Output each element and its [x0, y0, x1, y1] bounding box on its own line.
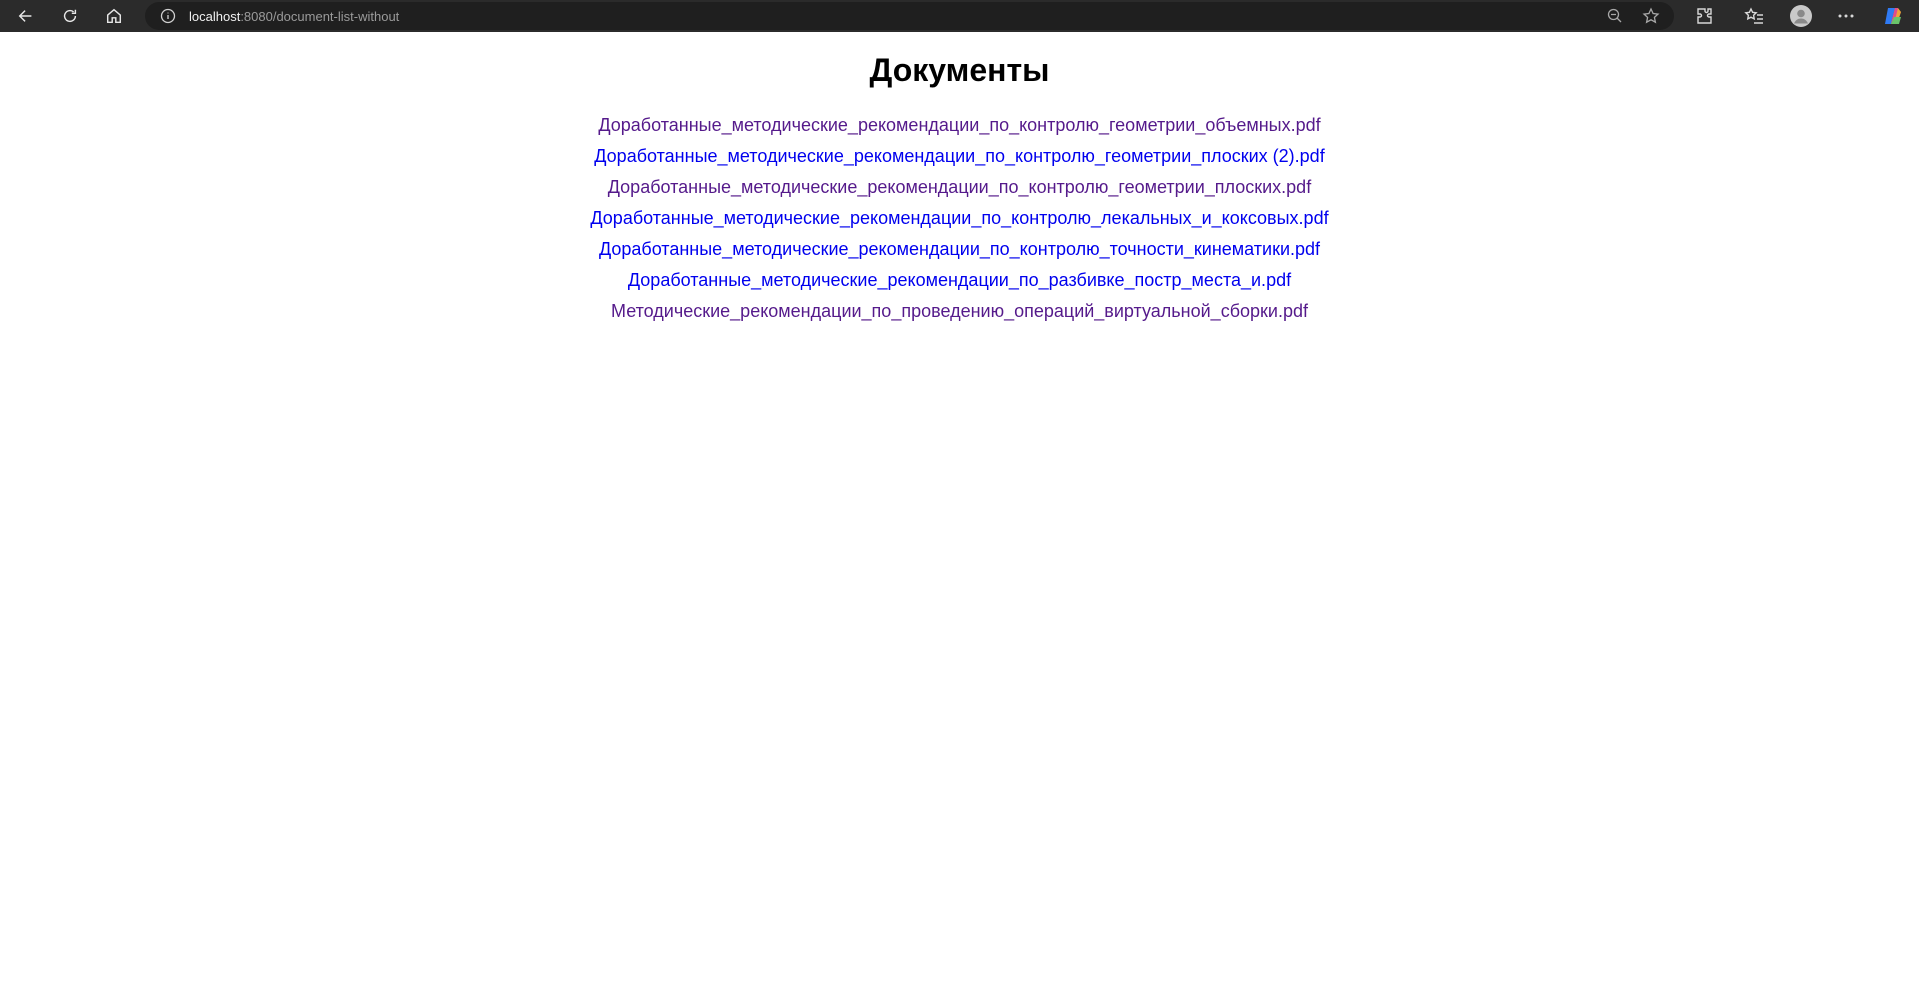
url-path: :8080/document-list-without: [240, 8, 400, 24]
page-content: Документы Доработанные_методические_реко…: [0, 32, 1919, 989]
favorite-star-icon[interactable]: [1642, 7, 1660, 25]
url-text[interactable]: localhost:8080/document-list-without: [189, 9, 399, 24]
list-item: Доработанные_методические_рекомендации_п…: [0, 265, 1919, 296]
page-title: Документы: [869, 52, 1050, 88]
list-item: Методические_рекомендации_по_проведению_…: [0, 296, 1919, 327]
url-host: localhost: [189, 8, 241, 24]
favorites-list-icon[interactable]: [1744, 6, 1764, 26]
list-item: Доработанные_методические_рекомендации_п…: [0, 172, 1919, 203]
list-item: Доработанные_методические_рекомендации_п…: [0, 141, 1919, 172]
document-link[interactable]: Доработанные_методические_рекомендации_п…: [594, 146, 1324, 166]
document-link[interactable]: Доработанные_методические_рекомендации_п…: [608, 177, 1311, 197]
list-item: Доработанные_методические_рекомендации_п…: [0, 234, 1919, 265]
home-icon[interactable]: [100, 2, 128, 30]
document-link[interactable]: Методические_рекомендации_по_проведению_…: [611, 301, 1308, 321]
document-list: Доработанные_методические_рекомендации_п…: [0, 110, 1919, 327]
list-item: Доработанные_методические_рекомендации_п…: [0, 203, 1919, 234]
document-link[interactable]: Доработанные_методические_рекомендации_п…: [598, 115, 1320, 135]
extensions-icon[interactable]: [1694, 6, 1714, 26]
document-link[interactable]: Доработанные_методические_рекомендации_п…: [599, 239, 1320, 259]
profile-avatar-icon[interactable]: [1790, 5, 1812, 27]
list-item: Доработанные_методические_рекомендации_п…: [0, 110, 1919, 141]
more-options-icon[interactable]: [1836, 6, 1856, 26]
refresh-icon[interactable]: [56, 2, 84, 30]
document-link[interactable]: Доработанные_методические_рекомендации_п…: [628, 270, 1291, 290]
copilot-icon[interactable]: [1882, 5, 1904, 27]
browser-toolbar: localhost:8080/document-list-without: [0, 0, 1919, 32]
document-link[interactable]: Доработанные_методические_рекомендации_п…: [590, 208, 1328, 228]
zoom-out-icon[interactable]: [1606, 7, 1624, 25]
address-bar[interactable]: localhost:8080/document-list-without: [145, 2, 1674, 30]
back-icon[interactable]: [12, 2, 40, 30]
site-info-icon[interactable]: [159, 7, 177, 25]
